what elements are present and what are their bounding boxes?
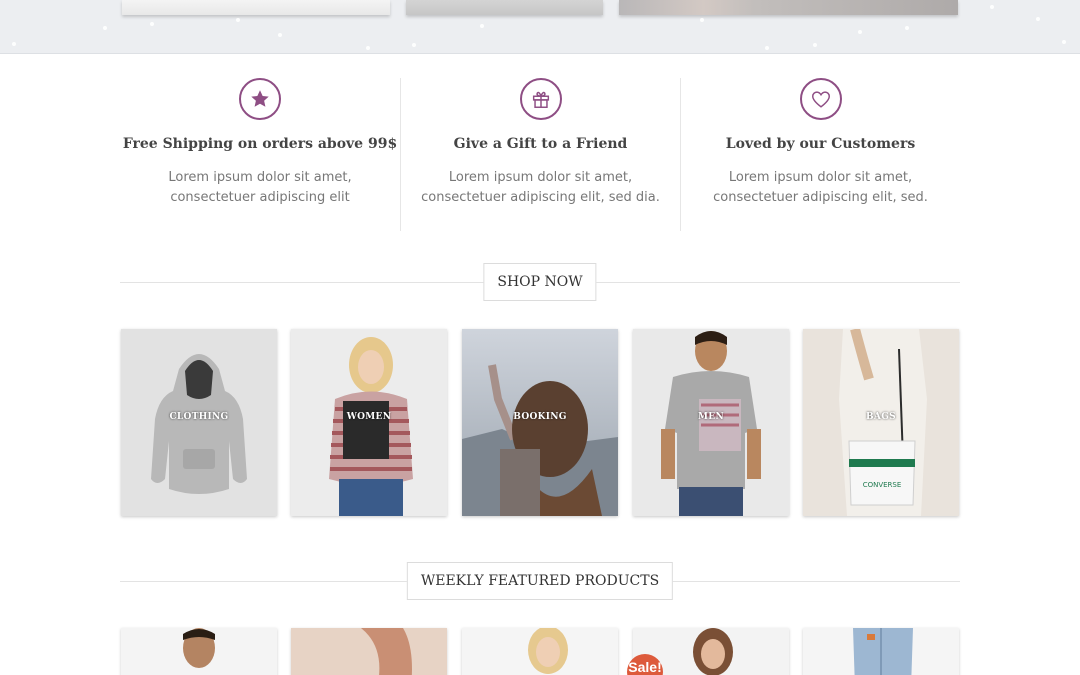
shop-now-section-header: SHOP NOW xyxy=(120,263,960,301)
category-label: MEN xyxy=(698,412,724,422)
category-tile-booking[interactable]: BOOKING xyxy=(462,329,618,516)
feature-free-shipping: Free Shipping on orders above 99$ Lorem … xyxy=(120,78,400,231)
bags-image: CONVERSE xyxy=(803,329,959,516)
category-label: CLOTHING xyxy=(169,412,229,422)
product-card[interactable] xyxy=(462,628,618,675)
hoodie-image xyxy=(121,329,277,516)
feature-gift: Give a Gift to a Friend Lorem ipsum dolo… xyxy=(400,78,680,231)
feature-text: Lorem ipsum dolor sit amet, consectetuer… xyxy=(713,170,928,205)
product-card[interactable] xyxy=(803,628,959,675)
features-row: Free Shipping on orders above 99$ Lorem … xyxy=(120,78,960,231)
shop-now-button[interactable]: SHOP NOW xyxy=(483,263,597,301)
category-tile-men[interactable]: MEN xyxy=(633,329,789,516)
weekly-featured-title[interactable]: WEEKLY FEATURED PRODUCTS xyxy=(406,562,674,600)
feature-title: Give a Gift to a Friend xyxy=(453,136,628,152)
hero-image-middle[interactable] xyxy=(406,0,603,15)
feature-text: Lorem ipsum dolor sit amet, consectetuer… xyxy=(421,170,660,205)
feature-title: Free Shipping on orders above 99$ xyxy=(122,136,398,152)
feature-text: Lorem ipsum dolor sit amet, consectetuer… xyxy=(168,170,352,205)
category-tile-clothing[interactable]: CLOTHING xyxy=(121,329,277,516)
category-label: BAGS xyxy=(866,412,896,422)
heart-icon xyxy=(799,78,842,120)
category-tile-women[interactable]: WOMEN xyxy=(291,329,447,516)
product-card[interactable] xyxy=(121,628,277,675)
hero-image-left[interactable] xyxy=(122,0,390,15)
hero-slider-bottom xyxy=(0,0,1080,54)
men-image xyxy=(633,329,789,516)
category-tile-bags[interactable]: CONVERSE BAGS xyxy=(803,329,959,516)
category-tiles: CLOTHING WOMEN BOOKING MEN CONVERSE BAGS xyxy=(121,329,959,516)
product-image xyxy=(291,628,447,675)
feature-loved: Loved by our Customers Lorem ipsum dolor… xyxy=(680,78,960,231)
category-label: WOMEN xyxy=(346,412,392,422)
product-image xyxy=(121,628,277,675)
hero-image-right[interactable] xyxy=(619,0,958,15)
featured-products-row xyxy=(121,628,959,675)
gift-icon xyxy=(519,78,562,120)
star-icon xyxy=(239,78,281,120)
weekly-featured-section-header: WEEKLY FEATURED PRODUCTS xyxy=(120,562,960,600)
product-image xyxy=(803,628,959,675)
svg-text:CONVERSE: CONVERSE xyxy=(863,481,902,489)
feature-title: Loved by our Customers xyxy=(725,136,916,152)
category-label: BOOKING xyxy=(513,412,567,422)
product-image xyxy=(462,628,618,675)
booking-image xyxy=(462,329,618,516)
product-card[interactable] xyxy=(291,628,447,675)
women-image xyxy=(291,329,447,516)
